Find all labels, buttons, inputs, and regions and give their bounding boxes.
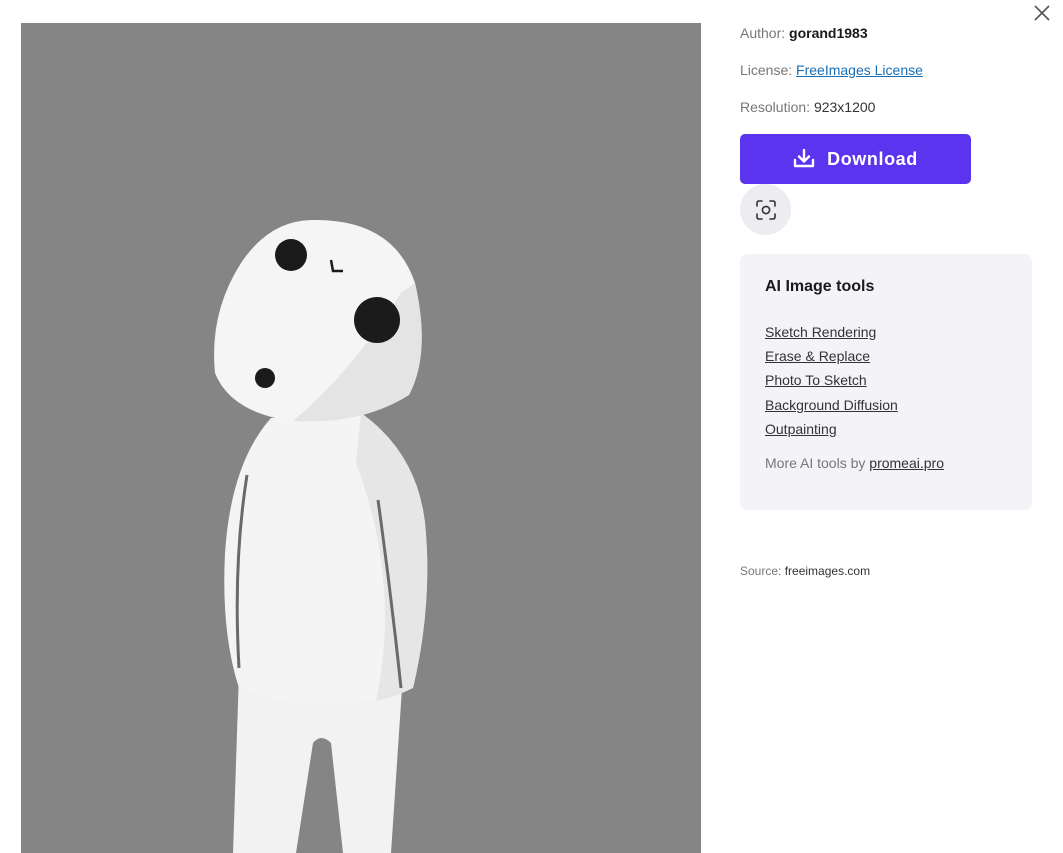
author-row: Author: gorand1983 — [740, 25, 868, 41]
more-tools-text: More AI tools by promeai.pro — [765, 455, 944, 471]
tool-link-outpainting[interactable]: Outpainting — [765, 421, 837, 437]
ai-tools-title: AI Image tools — [765, 278, 875, 295]
source-value: freeimages.com — [784, 564, 871, 578]
tool-link-photo-to-sketch[interactable]: Photo To Sketch — [765, 372, 867, 388]
more-tools-prefix: More AI tools by — [765, 455, 866, 471]
download-label: Download — [827, 148, 918, 169]
close-icon — [1034, 5, 1050, 21]
license-label: License: — [740, 62, 793, 78]
license-link[interactable]: FreeImages License — [796, 62, 923, 78]
tool-link-background-diffusion[interactable]: Background Diffusion — [765, 397, 898, 413]
download-icon — [793, 149, 815, 168]
resolution-label: Resolution: — [740, 99, 811, 115]
resolution-row: Resolution: 923x1200 — [740, 99, 875, 115]
image-detail-page: Author: gorand1983 License: FreeImages L… — [0, 0, 1063, 853]
source-row: Source: freeimages.com — [740, 564, 870, 578]
license-row: License: FreeImages License — [740, 62, 923, 78]
character-illustration — [21, 23, 701, 853]
promeai-link[interactable]: promeai.pro — [869, 455, 944, 471]
author-name: gorand1983 — [789, 25, 868, 41]
tool-link-erase-replace[interactable]: Erase & Replace — [765, 348, 870, 364]
download-button[interactable]: Download — [740, 134, 971, 184]
tool-link-sketch-rendering[interactable]: Sketch Rendering — [765, 324, 876, 340]
ai-tools-card: AI Image tools Sketch Rendering Erase & … — [740, 254, 1032, 510]
image-preview[interactable] — [21, 23, 701, 853]
source-label: Source: — [740, 564, 782, 578]
scan-button[interactable] — [740, 184, 791, 235]
resolution-value: 923x1200 — [813, 99, 876, 115]
author-label: Author: — [740, 25, 786, 41]
scan-icon — [755, 199, 776, 220]
close-button[interactable] — [1033, 4, 1051, 22]
